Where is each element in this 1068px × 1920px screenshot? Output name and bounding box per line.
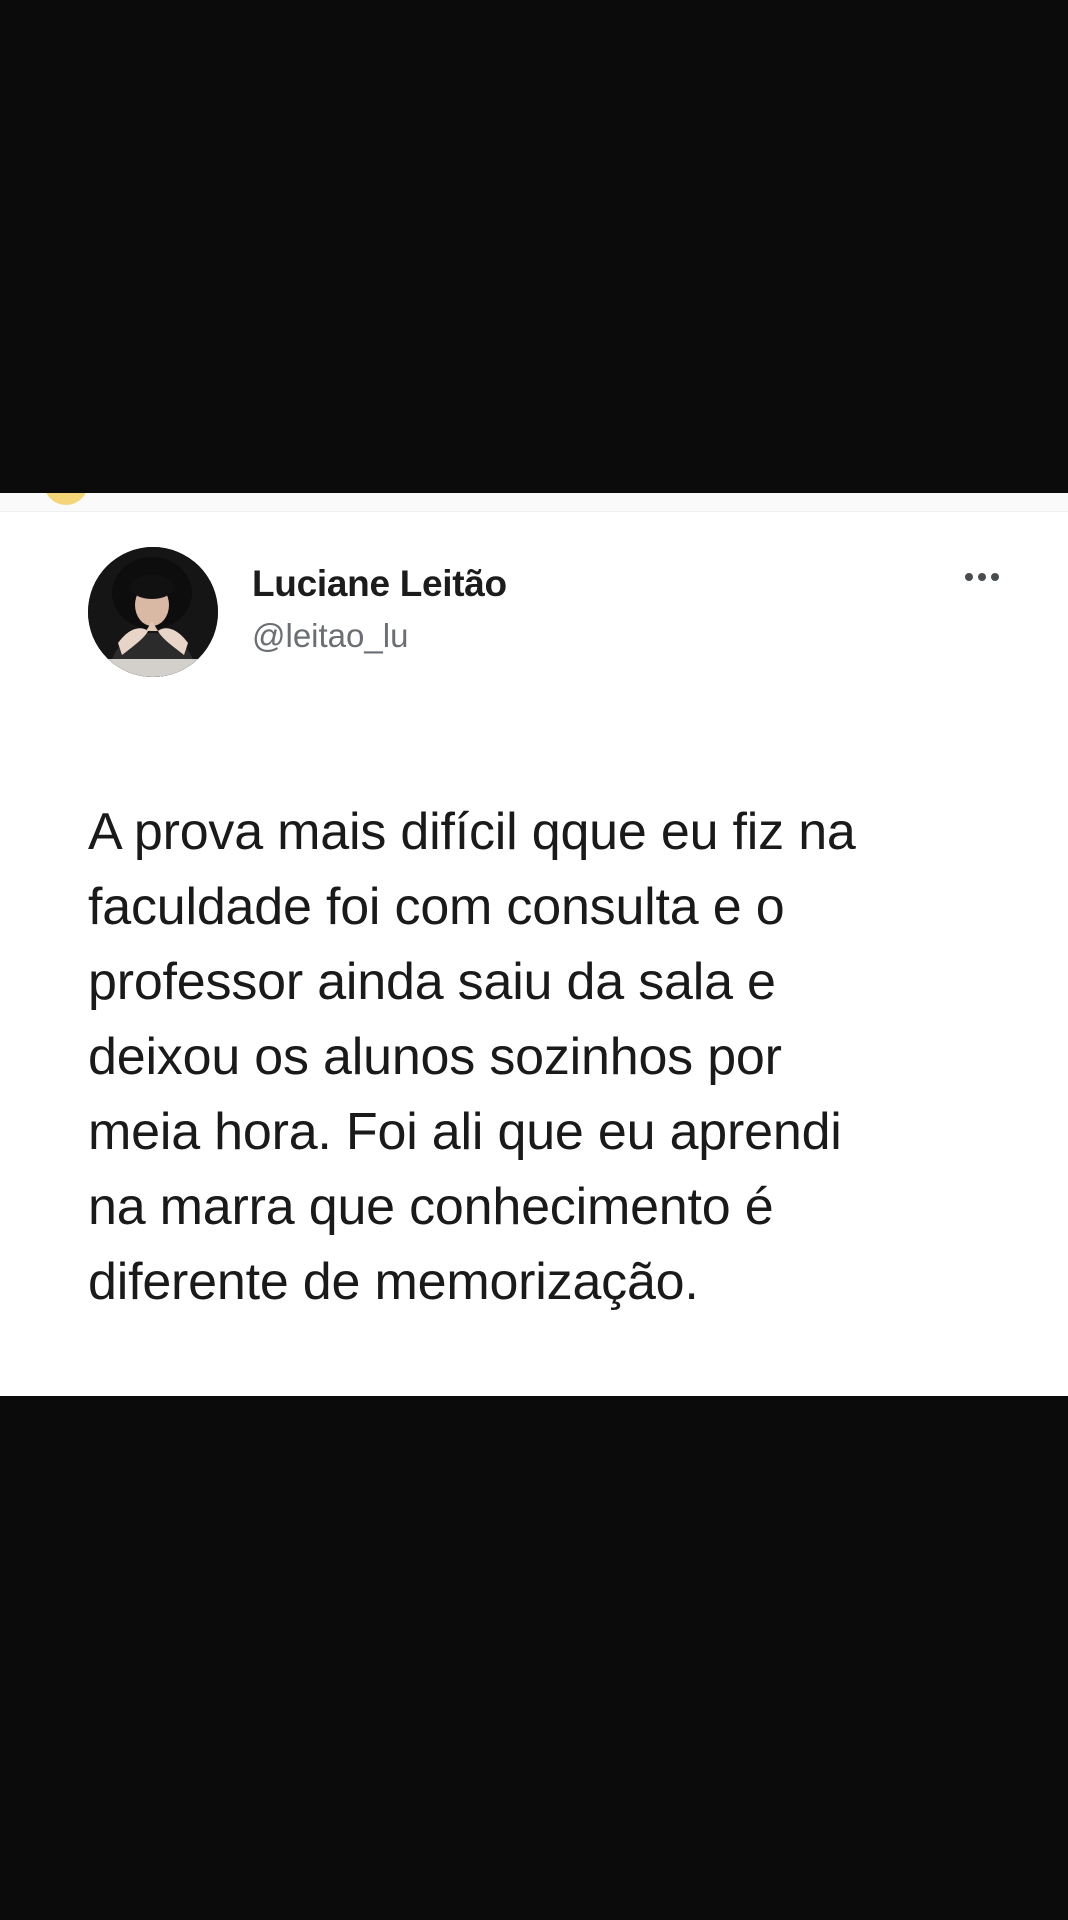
tweet-card: Luciane Leitão @leitao_lu A prova mais d…	[0, 493, 1068, 1396]
tweet-text: A prova mais difícil qque eu fiz na facu…	[88, 795, 1028, 1320]
avatar[interactable]	[88, 547, 218, 677]
tweet-text-line: faculdade foi com consulta e o	[88, 878, 785, 936]
tweet-text-line: diferente de memorização.	[88, 1253, 699, 1311]
screenshot-frame: Luciane Leitão @leitao_lu A prova mais d…	[0, 0, 1068, 1920]
tweet-text-line: A prova mais difícil qque eu fiz na	[88, 803, 856, 861]
letterbox-top	[0, 0, 1068, 493]
tweet-text-line: professor ainda saiu da sala e	[88, 953, 776, 1011]
more-options-button[interactable]	[954, 555, 1010, 599]
letterbox-bottom	[0, 1396, 1068, 1920]
tweet-text-line: na marra que conhecimento é	[88, 1178, 774, 1236]
card-top-edge	[0, 493, 1068, 512]
tweet-text-line: deixou os alunos sozinhos por	[88, 1028, 782, 1086]
more-horizontal-icon	[965, 573, 999, 581]
tweet-text-line: meia hora. Foi ali que eu aprendi	[88, 1103, 842, 1161]
avatar-photo-icon	[88, 547, 218, 677]
display-name[interactable]: Luciane Leitão	[252, 563, 507, 605]
user-handle[interactable]: @leitao_lu	[252, 617, 408, 655]
